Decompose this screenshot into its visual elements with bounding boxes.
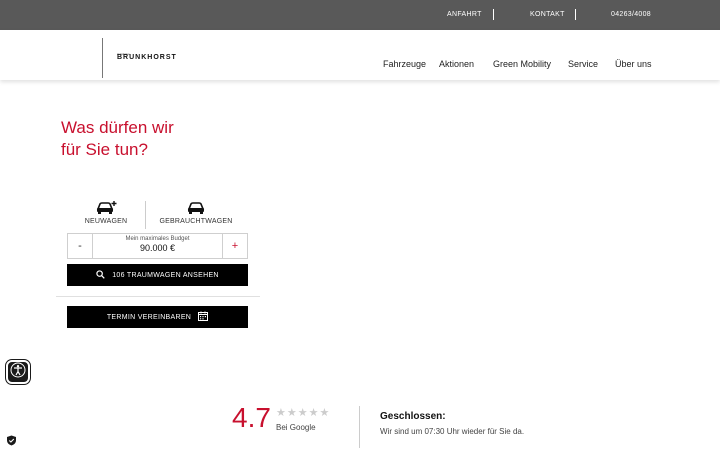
opening-status-title: Geschlossen: <box>380 411 446 422</box>
budget-stepper: - Mein maximales Budget 90.000 € + <box>67 233 248 259</box>
category-divider <box>145 201 146 229</box>
top-bar: ANFAHRT KONTAKT 04263/4008 <box>0 0 720 30</box>
topbar-separator <box>575 9 576 20</box>
opening-status-text: Wir sind um 07:30 Uhr wieder für Sie da. <box>380 427 525 436</box>
google-rating-source: Bei Google <box>276 423 316 432</box>
accessibility-icon <box>10 362 26 383</box>
appointment-button-label: TERMIN VEREINBAREN <box>106 313 192 321</box>
budget-value[interactable]: 90.000 € <box>93 243 222 253</box>
accessibility-button[interactable] <box>6 360 30 384</box>
search-icon <box>96 269 105 281</box>
view-cars-button[interactable]: 106 TRAUMWAGEN ANSEHEN <box>67 264 248 286</box>
car-plus-icon <box>66 200 146 214</box>
category-gebrauchtwagen[interactable]: GEBRAUCHTWAGEN <box>156 200 236 225</box>
budget-decrease-button[interactable]: - <box>68 234 93 258</box>
topbar-link-anfahrt[interactable]: ANFAHRT <box>447 11 482 18</box>
star-rating-icon: ★★★★★ <box>276 407 331 419</box>
google-rating-score: 4.7 <box>232 402 271 433</box>
budget-increase-button[interactable]: + <box>222 234 247 258</box>
hero-heading-line-2: für Sie tun? <box>61 140 148 159</box>
car-icon <box>156 200 236 214</box>
category-neuwagen[interactable]: NEUWAGEN <box>66 200 146 225</box>
hero-heading-line-1: Was dürfen wir <box>61 118 174 137</box>
appointment-button[interactable]: TERMIN VEREINBAREN <box>67 306 248 328</box>
shield-check-icon[interactable] <box>6 433 17 446</box>
nav-item-aktionen[interactable]: Aktionen <box>439 59 474 69</box>
topbar-separator <box>493 9 494 20</box>
budget-label: Mein maximales Budget <box>125 236 190 242</box>
logo-divider <box>102 38 103 78</box>
nav-item-ueber-uns[interactable]: Über uns <box>615 59 652 69</box>
section-divider <box>56 296 260 297</box>
nav-item-service[interactable]: Service <box>568 59 598 69</box>
logo[interactable]: BRUNKHORST <box>117 54 177 61</box>
category-neuwagen-label: NEUWAGEN <box>84 218 128 225</box>
rating-divider <box>359 406 360 448</box>
category-gebrauchtwagen-label: GEBRAUCHTWAGEN <box>159 218 233 225</box>
view-cars-button-label: 106 TRAUMWAGEN ANSEHEN <box>112 271 219 279</box>
calendar-icon <box>198 311 209 323</box>
topbar-link-kontakt[interactable]: KONTAKT <box>530 11 565 18</box>
topbar-link-phone[interactable]: 04263/4008 <box>611 11 651 18</box>
nav-item-fahrzeuge[interactable]: Fahrzeuge <box>383 59 426 69</box>
main-header: Autohaus BRUNKHORST Fahrzeuge Aktionen G… <box>0 30 720 80</box>
nav-item-green-mobility[interactable]: Green Mobility <box>493 59 551 69</box>
